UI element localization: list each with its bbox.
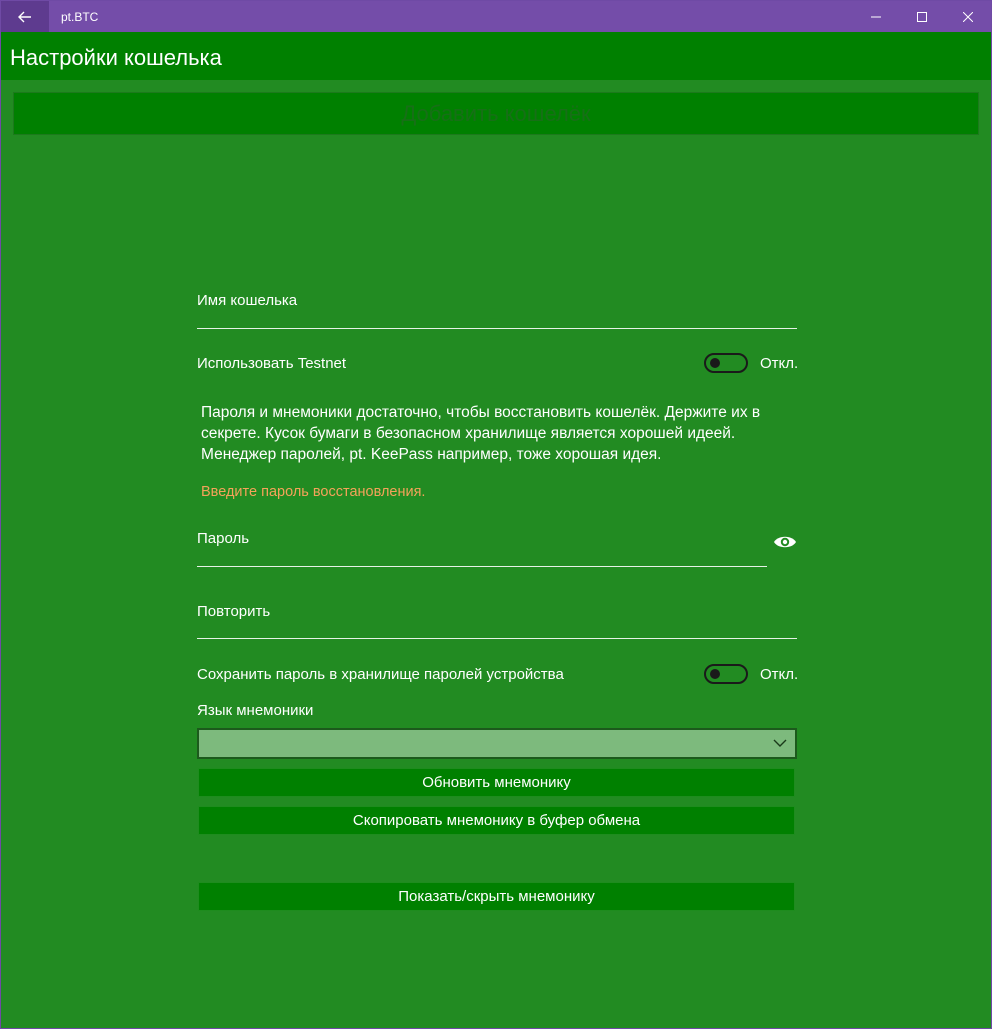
testnet-label: Использовать Testnet — [197, 355, 347, 372]
save-password-state: Откл. — [760, 665, 799, 683]
repeat-password-input[interactable] — [197, 638, 797, 639]
add-wallet-button[interactable]: Добавить кошелёк — [13, 92, 979, 135]
close-button[interactable] — [945, 1, 991, 32]
warning-text: Введите пароль восстановления. — [201, 484, 426, 500]
testnet-toggle-group: Откл. — [704, 353, 798, 373]
page-title: Настройки кошелька — [10, 45, 222, 70]
chevron-down-icon — [773, 739, 787, 747]
mnemonic-language-label: Язык мнемоники — [197, 702, 314, 719]
page-header: Настройки кошелька — [1, 32, 991, 80]
save-password-label: Сохранить пароль в хранилище паролей уст… — [197, 666, 564, 683]
copy-mnemonic-button[interactable]: Скопировать мнемонику в буфер обмена — [198, 806, 795, 835]
save-password-toggle[interactable] — [704, 664, 748, 684]
save-password-toggle-group: Откл. — [704, 664, 798, 684]
wallet-name-input[interactable] — [197, 328, 797, 329]
password-label: Пароль — [197, 530, 250, 547]
maximize-icon — [917, 11, 927, 22]
mnemonic-language-select[interactable] — [197, 728, 797, 759]
back-button[interactable] — [1, 1, 49, 32]
close-icon — [963, 11, 973, 22]
wallet-name-label: Имя кошелька — [197, 292, 298, 309]
testnet-state: Откл. — [760, 354, 799, 372]
toggle-mnemonic-button[interactable]: Показать/скрыть мнемонику — [198, 882, 795, 911]
maximize-button[interactable] — [899, 1, 945, 32]
app-window: pt.BTC Настройки кошелька Добавить кошел… — [0, 0, 992, 1029]
toggle-knob — [710, 358, 720, 368]
arrow-left-icon — [18, 11, 31, 22]
app-title: pt.BTC — [61, 9, 99, 24]
refresh-mnemonic-button[interactable]: Обновить мнемонику — [198, 768, 795, 797]
password-input[interactable] — [197, 566, 767, 567]
testnet-toggle[interactable] — [704, 353, 748, 373]
repeat-label: Повторить — [197, 603, 271, 620]
eye-icon[interactable] — [773, 532, 797, 552]
minimize-icon — [871, 16, 881, 17]
title-bar: pt.BTC — [1, 1, 991, 32]
info-text: Пароля и мнемоники достаточно, чтобы вос… — [201, 404, 761, 463]
toggle-knob — [710, 669, 720, 679]
minimize-button[interactable] — [853, 1, 899, 32]
window-controls — [853, 1, 991, 32]
